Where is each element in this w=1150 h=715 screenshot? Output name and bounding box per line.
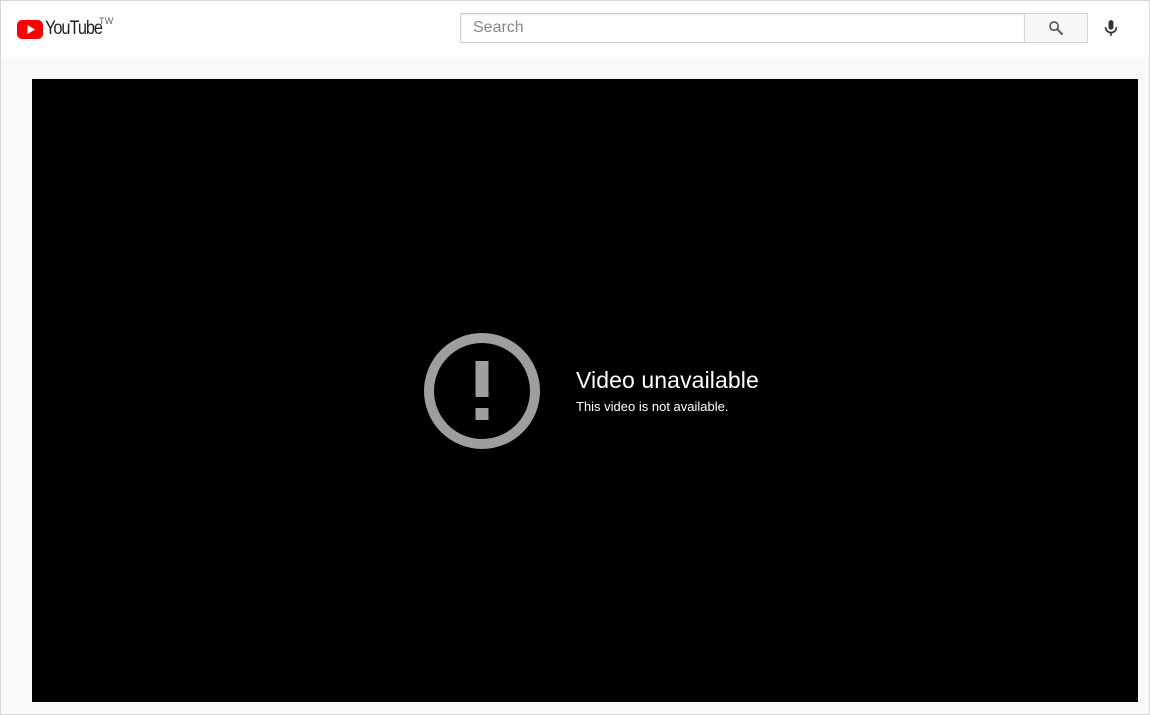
voice-search-button[interactable] xyxy=(1097,14,1125,42)
logo-country-code: TW xyxy=(99,16,114,26)
search-box xyxy=(460,13,1024,43)
video-player[interactable]: Video unavailable This video is not avai… xyxy=(32,79,1138,702)
logo-wordmark: YouTube xyxy=(45,18,103,39)
masthead: YouTube TW xyxy=(1,1,1149,57)
alert-circle-icon xyxy=(424,333,540,449)
error-subtitle: This video is not available. xyxy=(576,399,729,414)
error-title: Video unavailable xyxy=(576,367,759,393)
page-frame: YouTube TW Video unavailable xyxy=(0,0,1150,715)
youtube-logo[interactable]: YouTube TW xyxy=(17,16,114,42)
microphone-icon xyxy=(1104,20,1118,36)
search-input[interactable] xyxy=(461,14,1013,42)
youtube-play-icon xyxy=(17,20,43,39)
search-icon xyxy=(1049,21,1063,35)
search-button[interactable] xyxy=(1024,13,1088,43)
